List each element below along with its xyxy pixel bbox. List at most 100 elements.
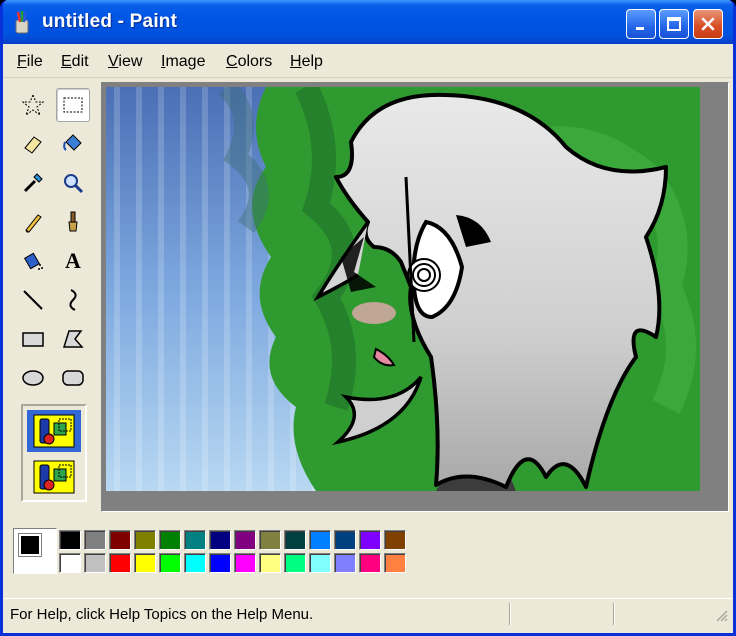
color-palette: [9, 520, 729, 580]
menu-colors[interactable]: Colors: [226, 53, 272, 71]
eyedropper-icon: [23, 173, 43, 193]
palette-swatch[interactable]: [59, 530, 81, 550]
status-divider: [613, 603, 615, 625]
line-icon: [23, 290, 43, 310]
tool-eraser[interactable]: [16, 127, 50, 161]
palette-swatch[interactable]: [384, 553, 406, 573]
window-title: untitled - Paint: [42, 11, 178, 32]
paint-window: untitled - Paint File Edit View Image Co…: [0, 0, 736, 636]
tool-text[interactable]: A: [56, 244, 90, 278]
pencil-icon: [25, 214, 42, 233]
menu-file-label: ile: [26, 53, 43, 70]
tool-pencil[interactable]: [16, 205, 50, 239]
tool-polygon[interactable]: [56, 322, 90, 356]
opaque-background-icon: [33, 414, 75, 448]
status-help-text: For Help, click Help Topics on the Help …: [10, 606, 314, 623]
menu-image[interactable]: Image: [161, 53, 205, 71]
tool-free-form-select[interactable]: [16, 88, 50, 122]
fill-bucket-icon: [63, 134, 82, 151]
palette-swatch[interactable]: [59, 553, 81, 573]
tool-fill-with-color[interactable]: [56, 127, 90, 161]
maximize-button[interactable]: [659, 9, 689, 39]
menu-view[interactable]: View: [108, 53, 142, 71]
option-transparent[interactable]: [27, 456, 81, 498]
palette-swatch[interactable]: [84, 553, 106, 573]
polygon-icon: [62, 330, 84, 348]
tool-line[interactable]: [16, 283, 50, 317]
palette-swatch[interactable]: [309, 553, 331, 573]
airbrush-icon: [23, 252, 43, 270]
palette-swatch[interactable]: [84, 530, 106, 550]
toolbox: A: [12, 82, 98, 512]
palette-swatch[interactable]: [159, 530, 181, 550]
palette-swatch[interactable]: [134, 530, 156, 550]
title-bar[interactable]: untitled - Paint: [3, 0, 733, 44]
tool-options-box: [21, 404, 87, 502]
menu-help-hotkey: H: [290, 53, 302, 70]
magnifier-icon: [64, 174, 84, 194]
menu-help-label: elp: [301, 53, 323, 70]
menu-edit-label: dit: [71, 53, 89, 70]
menu-colors-label: olors: [237, 53, 273, 70]
menu-view-hotkey: V: [108, 53, 119, 70]
status-divider: [509, 603, 511, 625]
transparent-background-icon: [33, 460, 75, 494]
tool-rectangle-select[interactable]: [56, 88, 90, 122]
canvas-scroll-area[interactable]: [101, 82, 729, 512]
drawing-canvas[interactable]: [106, 87, 700, 491]
ellipse-icon: [22, 370, 44, 386]
current-colors-box[interactable]: [13, 528, 57, 574]
tool-airbrush[interactable]: [16, 244, 50, 278]
palette-swatch[interactable]: [184, 530, 206, 550]
palette-swatch[interactable]: [384, 530, 406, 550]
palette-swatch[interactable]: [259, 553, 281, 573]
palette-swatch[interactable]: [334, 553, 356, 573]
menu-edit-hotkey: E: [61, 53, 72, 70]
tool-rectangle[interactable]: [16, 322, 50, 356]
tool-magnifier[interactable]: [56, 166, 90, 200]
menu-bar: File Edit View Image Colors Help: [3, 44, 733, 78]
palette-swatch[interactable]: [134, 553, 156, 573]
palette-swatch[interactable]: [309, 530, 331, 550]
palette-swatch[interactable]: [209, 553, 231, 573]
tool-rounded-rectangle[interactable]: [56, 361, 90, 395]
palette-swatch[interactable]: [209, 530, 231, 550]
tool-curve[interactable]: [56, 283, 90, 317]
palette-swatch[interactable]: [109, 530, 131, 550]
menu-colors-hotkey: C: [226, 53, 238, 70]
palette-swatch[interactable]: [184, 553, 206, 573]
free-form-select-icon: [21, 93, 45, 117]
artwork-illustration: [106, 87, 700, 491]
palette-swatch[interactable]: [159, 553, 181, 573]
tool-pick-color[interactable]: [16, 166, 50, 200]
palette-swatch[interactable]: [109, 553, 131, 573]
close-button[interactable]: [693, 9, 723, 39]
palette-swatch[interactable]: [359, 530, 381, 550]
text-tool-glyph: A: [65, 248, 81, 273]
rectangle-icon: [22, 332, 44, 347]
maximize-icon: [667, 17, 681, 31]
rounded-rectangle-icon: [62, 370, 84, 386]
menu-image-label: mage: [165, 53, 206, 70]
tool-ellipse[interactable]: [16, 361, 50, 395]
tool-brush[interactable]: [56, 205, 90, 239]
curve-icon: [69, 289, 77, 311]
palette-swatch[interactable]: [234, 530, 256, 550]
palette-swatch[interactable]: [359, 553, 381, 573]
palette-swatch[interactable]: [284, 530, 306, 550]
palette-swatch[interactable]: [334, 530, 356, 550]
minimize-button[interactable]: [626, 9, 656, 39]
paint-app-icon: [15, 11, 29, 34]
minimize-icon: [636, 27, 644, 30]
eraser-icon: [24, 136, 42, 154]
option-opaque[interactable]: [27, 410, 81, 452]
palette-swatch[interactable]: [234, 553, 256, 573]
resize-grip-icon[interactable]: [713, 607, 729, 623]
menu-edit[interactable]: Edit: [61, 53, 89, 71]
foreground-color-swatch[interactable]: [18, 533, 42, 557]
menu-file[interactable]: File: [17, 53, 43, 71]
menu-help[interactable]: Help: [290, 53, 323, 71]
palette-swatch[interactable]: [259, 530, 281, 550]
brush-icon: [68, 211, 78, 232]
palette-swatch[interactable]: [284, 553, 306, 573]
